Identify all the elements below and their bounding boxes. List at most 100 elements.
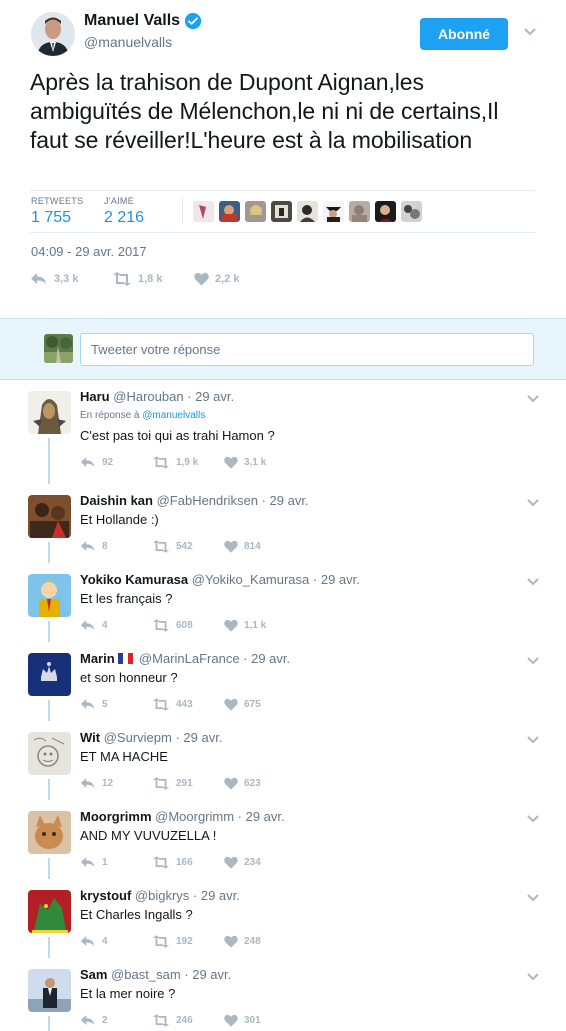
liker-avatar[interactable]	[245, 201, 266, 222]
reply-avatar[interactable]	[28, 890, 71, 933]
thread-line	[48, 621, 50, 642]
liker-avatar[interactable]	[401, 201, 422, 222]
reply-action[interactable]: 92	[80, 456, 152, 469]
author-avatar[interactable]	[31, 12, 75, 56]
reply-tweet[interactable]: Moorgrimm @Moorgrimm · 29 avr. AND MY VU…	[0, 800, 566, 879]
retweet-action[interactable]: 608	[152, 619, 224, 632]
chevron-down-icon[interactable]	[526, 814, 540, 824]
reply-avatar[interactable]	[28, 969, 71, 1012]
thread-line	[48, 542, 50, 563]
chevron-down-icon[interactable]	[526, 394, 540, 404]
reply-author-name[interactable]: Wit	[80, 730, 100, 745]
retweet-action[interactable]: 291	[152, 777, 224, 790]
reply-author-name[interactable]: Haru	[80, 389, 110, 404]
reply-author-handle[interactable]: @FabHendriksen	[157, 493, 258, 508]
author-name[interactable]: Manuel Valls	[84, 12, 202, 30]
reply-author-name[interactable]: Sam	[80, 967, 107, 982]
reply-avatar[interactable]	[28, 732, 71, 775]
retweets-count[interactable]: 1 755	[31, 209, 71, 227]
liker-avatar[interactable]	[375, 201, 396, 222]
chevron-down-icon[interactable]	[526, 893, 540, 903]
chevron-down-icon[interactable]	[526, 735, 540, 745]
like-action[interactable]: 1,1 k	[224, 619, 296, 632]
reply-tweet[interactable]: Wit @Surviepm · 29 avr. ET MA HACHE 12 2…	[0, 721, 566, 800]
reply-action[interactable]: 4	[80, 619, 152, 632]
reply-text: Et Hollande :)	[80, 512, 159, 527]
chevron-down-icon[interactable]	[526, 656, 540, 666]
reply-tweet[interactable]: Yokiko Kamurasa @Yokiko_Kamurasa · 29 av…	[0, 563, 566, 642]
like-action[interactable]: 301	[224, 1014, 296, 1027]
reply-tweet[interactable]: krystouf @bigkrys · 29 avr. Et Charles I…	[0, 879, 566, 958]
reply-action[interactable]: 12	[80, 777, 152, 790]
reply-tweet[interactable]: Sam @bast_sam · 29 avr. Et la mer noire …	[0, 958, 566, 1031]
retweet-action[interactable]: 192	[152, 935, 224, 948]
chevron-down-icon[interactable]	[522, 26, 538, 38]
divider	[30, 232, 535, 233]
reply-action[interactable]: 5	[80, 698, 152, 711]
reply-author-name[interactable]: Moorgrimm	[80, 809, 152, 824]
reply-avatar[interactable]	[28, 495, 71, 538]
retweet-action[interactable]: 1,8 k	[112, 272, 172, 286]
like-action[interactable]: 3,1 k	[224, 456, 296, 469]
reply-tweet[interactable]: Marin @MarinLaFrance · 29 avr. et son ho…	[0, 642, 566, 721]
reply-author-handle[interactable]: @bast_sam	[111, 967, 181, 982]
chevron-down-icon[interactable]	[526, 498, 540, 508]
like-action[interactable]: 2,2 k	[194, 272, 254, 286]
in-reply-to-link[interactable]: @manuelvalls	[142, 410, 205, 421]
reply-date[interactable]: 29 avr.	[321, 572, 360, 587]
reply-action[interactable]: 4	[80, 935, 152, 948]
reply-date[interactable]: 29 avr.	[201, 888, 240, 903]
chevron-down-icon[interactable]	[526, 972, 540, 982]
retweet-action[interactable]: 166	[152, 856, 224, 869]
reply-author-handle[interactable]: @Moorgrimm	[155, 809, 234, 824]
likes-count[interactable]: 2 216	[104, 209, 144, 227]
tweet-timestamp[interactable]: 04:09 - 29 avr. 2017	[31, 244, 147, 259]
like-action[interactable]: 623	[224, 777, 296, 790]
reply-author-handle[interactable]: @bigkrys	[135, 888, 189, 903]
liker-avatar[interactable]	[349, 201, 370, 222]
reply-date[interactable]: 29 avr.	[251, 651, 290, 666]
like-action[interactable]: 234	[224, 856, 296, 869]
chevron-down-icon[interactable]	[526, 577, 540, 587]
reply-text: AND MY VUVUZELLA !	[80, 828, 217, 843]
reply-author-handle[interactable]: @Yokiko_Kamurasa	[192, 572, 310, 587]
liker-avatar[interactable]	[219, 201, 240, 222]
reply-action[interactable]: 3,3 k	[30, 272, 90, 286]
like-action[interactable]: 814	[224, 540, 296, 553]
reply-action[interactable]: 1	[80, 856, 152, 869]
like-action[interactable]: 248	[224, 935, 296, 948]
reply-date[interactable]: 29 avr.	[192, 967, 231, 982]
reply-date[interactable]: 29 avr.	[183, 730, 222, 745]
liker-avatar[interactable]	[271, 201, 292, 222]
reply-author-handle[interactable]: @Surviepm	[104, 730, 172, 745]
liker-avatar[interactable]	[193, 201, 214, 222]
like-action[interactable]: 675	[224, 698, 296, 711]
reply-tweet[interactable]: Haru @Harouban · 29 avr. En réponse à @m…	[0, 380, 566, 484]
retweet-action[interactable]: 443	[152, 698, 224, 711]
reply-author-name[interactable]: krystouf	[80, 888, 131, 903]
author-handle[interactable]: @manuelvalls	[84, 34, 172, 50]
retweet-action[interactable]: 542	[152, 540, 224, 553]
reply-action[interactable]: 8	[80, 540, 152, 553]
reply-author-name[interactable]: Daishin kan	[80, 493, 153, 508]
reply-author-name[interactable]: Yokiko Kamurasa	[80, 572, 188, 587]
liker-avatar[interactable]	[323, 201, 344, 222]
reply-avatar[interactable]	[28, 811, 71, 854]
divider	[30, 190, 535, 191]
reply-date[interactable]: 29 avr.	[195, 389, 234, 404]
reply-avatar[interactable]	[28, 653, 71, 696]
reply-author-name[interactable]: Marin	[80, 651, 115, 666]
retweet-action[interactable]: 1,9 k	[152, 456, 224, 469]
reply-avatar[interactable]	[28, 391, 71, 434]
reply-date[interactable]: 29 avr.	[246, 809, 285, 824]
reply-date[interactable]: 29 avr.	[270, 493, 309, 508]
liker-avatar[interactable]	[297, 201, 318, 222]
reply-author-handle[interactable]: @Harouban	[113, 389, 183, 404]
reply-action[interactable]: 2	[80, 1014, 152, 1027]
reply-avatar[interactable]	[28, 574, 71, 617]
reply-tweet[interactable]: Daishin kan @FabHendriksen · 29 avr. Et …	[0, 484, 566, 563]
reply-input[interactable]	[80, 333, 534, 366]
retweet-action[interactable]: 246	[152, 1014, 224, 1027]
follow-button[interactable]: Abonné	[420, 18, 508, 50]
reply-author-handle[interactable]: @MarinLaFrance	[139, 651, 240, 666]
